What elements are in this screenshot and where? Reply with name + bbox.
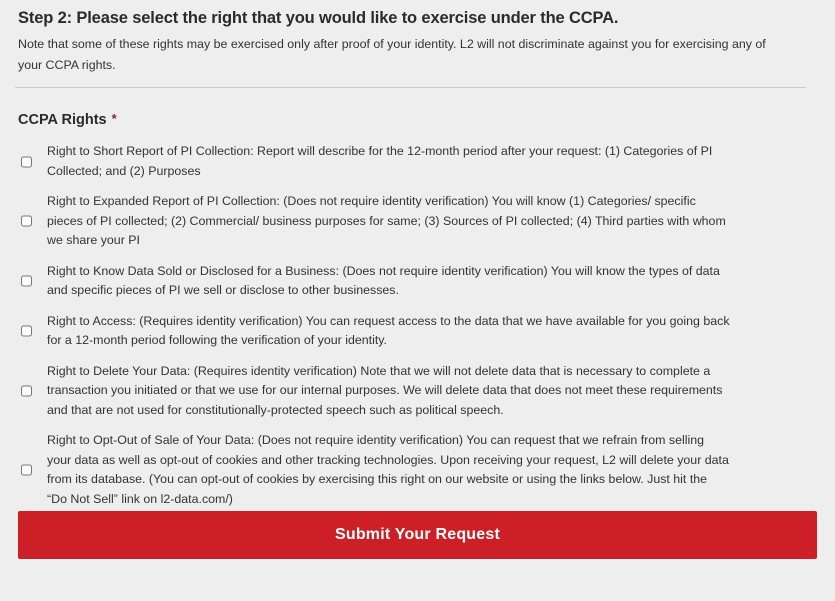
submit-request-button[interactable]: Submit Your Request [18,511,817,559]
ccpa-rights-option-list: Right to Short Report of PI Collection: … [18,130,817,509]
ccpa-right-option-label: Right to Expanded Report of PI Collectio… [47,194,726,247]
ccpa-rights-label: CCPA Rights * [18,88,817,130]
checkbox-expanded-report[interactable] [21,215,32,227]
page-title: Step 2: Please select the right that you… [18,9,619,27]
submit-button-container: Submit Your Request [18,511,817,559]
checkbox-short-report[interactable] [21,156,32,167]
ccpa-right-option-label: Right to Opt-Out of Sale of Your Data: (… [47,433,729,506]
checkbox-delete[interactable] [21,385,32,397]
ccpa-rights-label-text: CCPA Rights [18,112,107,128]
ccpa-right-option-short-report[interactable]: Right to Short Report of PI Collection: … [18,142,817,181]
ccpa-right-option-know-data-sold[interactable]: Right to Know Data Sold or Disclosed for… [18,262,817,301]
ccpa-right-option-label: Right to Know Data Sold or Disclosed for… [47,263,720,298]
ccpa-right-option-expanded-report[interactable]: Right to Expanded Report of PI Collectio… [18,192,817,251]
ccpa-right-option-label: Right to Short Report of PI Collection: … [47,144,713,178]
ccpa-rights-step-2-page: Step 2: Please select the right that you… [0,0,835,601]
checkbox-opt-out-of-sale[interactable] [21,464,32,476]
intro-note: Note that some of these rights may be ex… [18,37,766,72]
ccpa-right-option-label: Right to Access: (Requires identity veri… [47,313,730,348]
required-asterisk: * [111,111,117,126]
ccpa-right-option-access[interactable]: Right to Access: (Requires identity veri… [18,312,817,351]
ccpa-right-option-opt-out-of-sale[interactable]: Right to Opt-Out of Sale of Your Data: (… [18,431,817,509]
checkbox-access[interactable] [21,325,32,337]
checkbox-know-data-sold[interactable] [21,275,32,287]
ccpa-right-option-label: Right to Delete Your Data: (Requires ide… [47,363,723,417]
ccpa-right-option-delete[interactable]: Right to Delete Your Data: (Requires ide… [18,362,817,421]
